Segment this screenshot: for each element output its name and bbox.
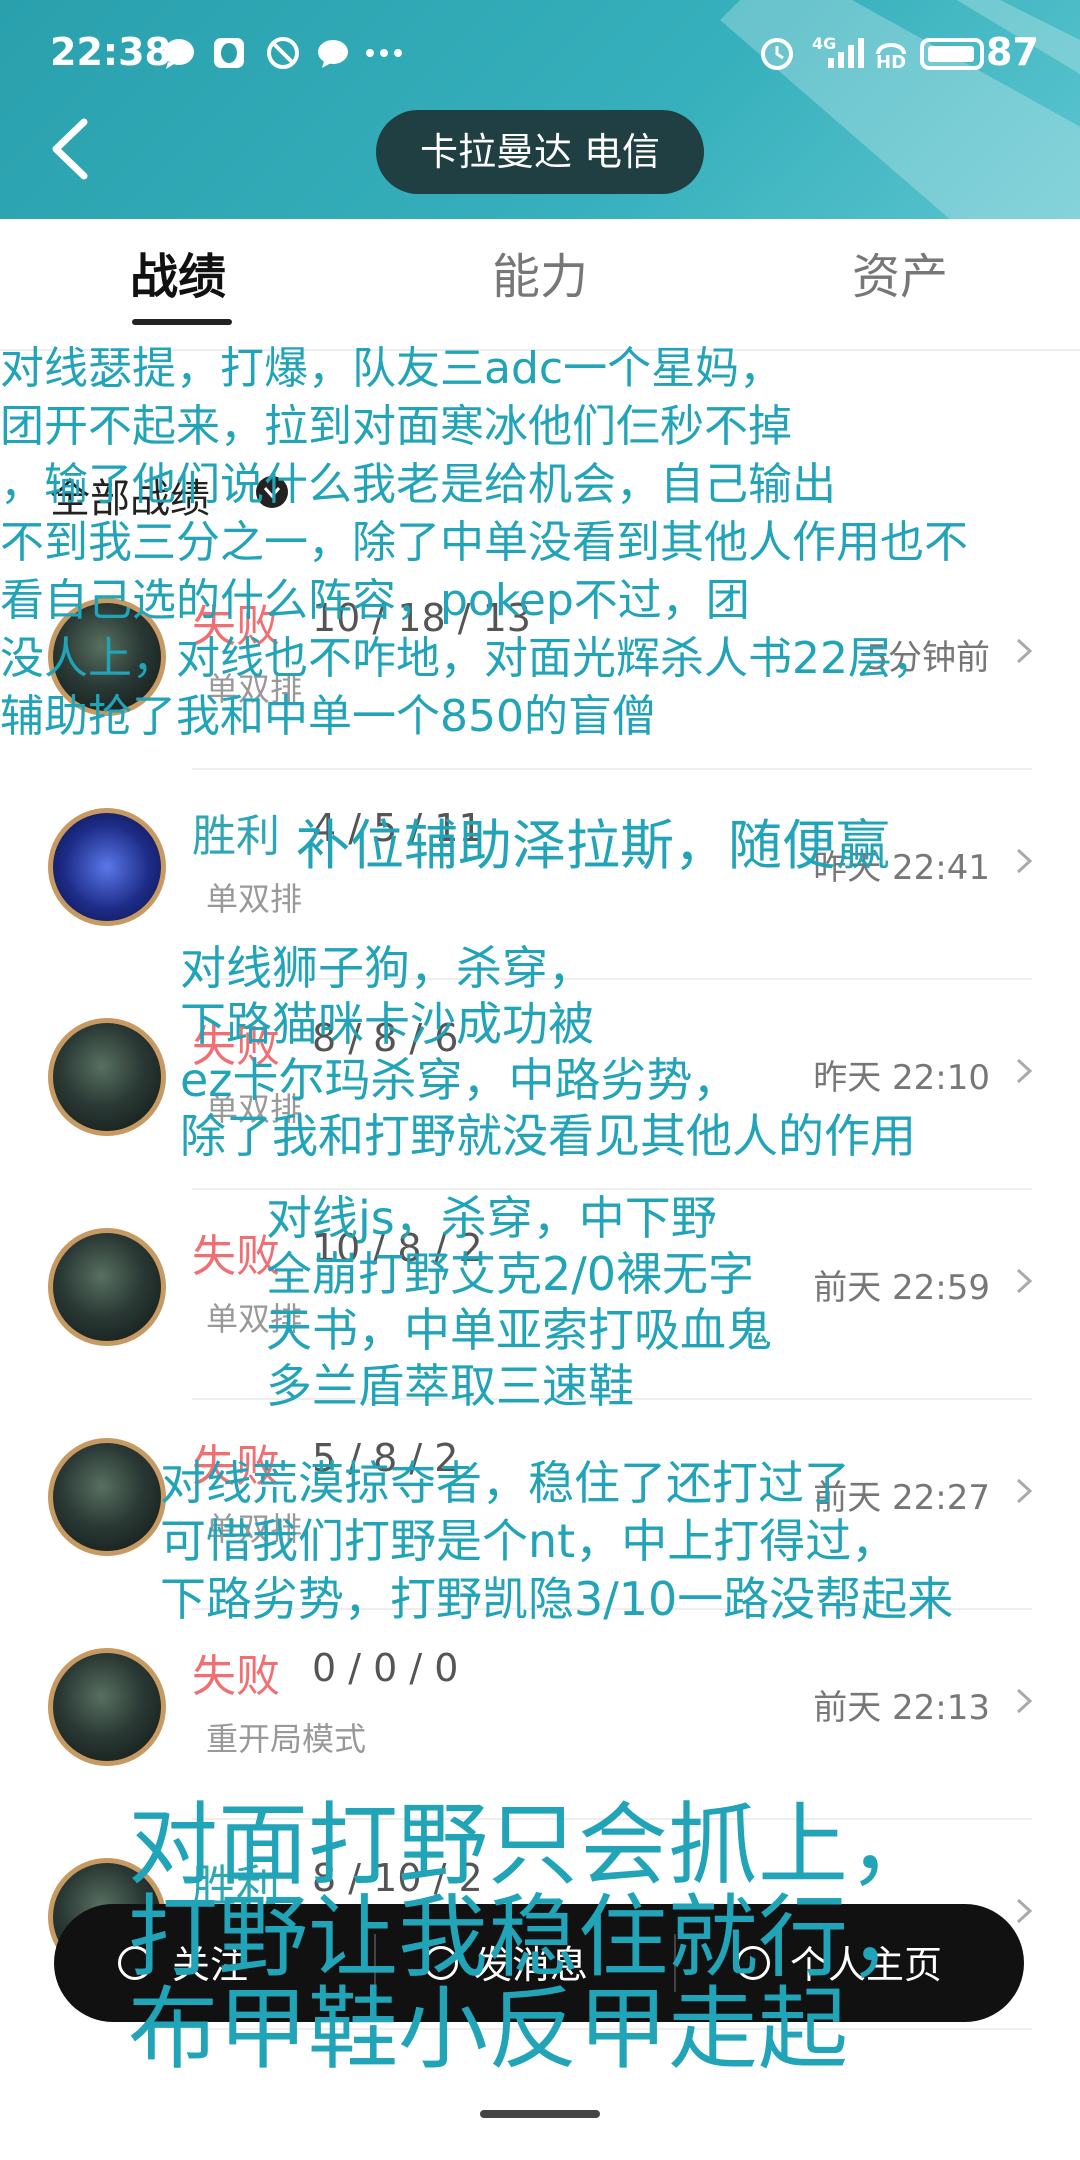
tab-ability[interactable]: 能力 <box>492 237 588 307</box>
chevron-down-icon[interactable] <box>256 476 288 508</box>
match-result: 失败 <box>192 1231 280 1282</box>
match-row[interactable]: 失败 0 / 0 / 0 重开局模式 前天 22:13 <box>0 1610 1080 1820</box>
chevron-right-icon <box>1016 848 1033 874</box>
chevron-right-icon <box>1016 1268 1033 1294</box>
chat-icon <box>318 40 348 68</box>
match-time: 前天 22:59 <box>813 1268 990 1308</box>
champion-avatar <box>48 1438 166 1556</box>
overlay-line: 团开不起来，拉到对面寒冰他们仨秒不掉 <box>0 401 792 452</box>
chevron-right-icon <box>1016 638 1033 664</box>
match-kda: 4 / 5 / 11 <box>312 806 483 850</box>
chevron-right-icon <box>1016 1058 1033 1084</box>
match-kda: 0 / 0 / 0 <box>312 1646 459 1690</box>
match-row[interactable]: 失败 10 / 18 / 13 单双排 5分钟前 <box>0 560 1080 770</box>
tab-record[interactable]: 战绩 <box>130 237 226 307</box>
tab-bar: 战绩 能力 资产 <box>0 219 1080 351</box>
champion-avatar <box>48 1228 166 1346</box>
match-time: 昨天 22:41 <box>813 848 990 888</box>
match-result: 胜利 <box>192 811 280 862</box>
match-kda: 8 / 8 / 6 <box>312 1016 459 1060</box>
match-row[interactable]: 失败 10 / 8 / 2 单双排 前天 22:59 <box>0 1190 1080 1400</box>
player-title[interactable]: 卡拉曼达 电信 <box>376 110 704 194</box>
qq-icon <box>214 38 244 68</box>
match-row[interactable]: 失败 8 / 8 / 6 单双排 昨天 22:10 <box>0 980 1080 1190</box>
divider <box>374 1934 376 1992</box>
match-kda: 10 / 8 / 2 <box>312 1226 483 1270</box>
match-time: 5分钟前 <box>866 638 990 678</box>
match-result: 失败 <box>192 601 280 652</box>
match-mode: 单双排 <box>206 1510 303 1548</box>
match-mode: 单双排 <box>206 880 303 918</box>
more-dots-icon <box>366 49 402 57</box>
signal-icon <box>828 38 864 68</box>
alarm-icon <box>761 38 793 70</box>
hd-label: HD <box>876 52 907 73</box>
match-result: 失败 <box>192 1441 280 1492</box>
message-icon <box>424 1946 458 1980</box>
match-time: 昨天 22:10 <box>813 1058 990 1098</box>
profile-button[interactable]: 个人主页 <box>790 1934 942 1989</box>
row-divider <box>192 2028 1032 2030</box>
battery-icon <box>920 38 984 70</box>
filter-dropdown[interactable]: 全部战绩 <box>50 466 210 524</box>
champion-avatar <box>48 808 166 926</box>
profile-icon <box>736 1946 770 1980</box>
match-kda: 10 / 18 / 13 <box>312 596 531 640</box>
match-result: 失败 <box>192 1021 280 1072</box>
status-bar: 22:38 4G HD 87 <box>0 0 1080 108</box>
watermark: 值 <box>838 2097 875 2138</box>
message-bubble-icon <box>164 39 194 69</box>
bottom-action-bar: 关注 发消息 个人主页 <box>54 1904 1024 2022</box>
chevron-right-icon <box>1016 1898 1033 1924</box>
chevron-right-icon <box>1016 1688 1033 1714</box>
tab-indicator <box>132 319 232 325</box>
match-mode: 单双排 <box>206 1090 303 1128</box>
champion-avatar <box>48 1018 166 1136</box>
match-row[interactable]: 胜利 4 / 5 / 11 单双排 昨天 22:41 <box>0 770 1080 980</box>
match-kda: 5 / 8 / 2 <box>312 1436 459 1480</box>
match-kda: 8 / 10 / 2 <box>312 1856 483 1900</box>
home-indicator <box>480 2110 600 2118</box>
status-time: 22:38 <box>50 30 171 74</box>
do-not-disturb-icon <box>267 37 299 69</box>
match-time: 前天 22:27 <box>813 1478 990 1518</box>
match-result: 失败 <box>192 1651 280 1702</box>
tab-assets[interactable]: 资产 <box>852 237 948 307</box>
divider <box>674 1934 676 1992</box>
message-button[interactable]: 发消息 <box>474 1934 588 1989</box>
match-time: 前天 22:13 <box>813 1688 990 1728</box>
match-mode: 单双排 <box>206 1300 303 1338</box>
champion-avatar <box>48 1648 166 1766</box>
header: 22:38 4G HD 87 卡拉曼达 电信 <box>0 0 1080 219</box>
battery-level: 87 <box>986 30 1039 74</box>
match-mode: 重开局模式 <box>206 1720 367 1758</box>
match-mode: 单双排 <box>206 670 303 708</box>
chevron-right-icon <box>1016 1478 1033 1504</box>
back-arrow-icon[interactable] <box>42 114 112 184</box>
champion-avatar <box>48 598 166 716</box>
match-row[interactable]: 失败 5 / 8 / 2 单双排 前天 22:27 <box>0 1400 1080 1610</box>
app-screen: 22:38 4G HD 87 卡拉曼达 电信 战绩 能力 资产 全部战绩 失败 … <box>0 0 1080 2160</box>
follow-icon <box>118 1946 152 1980</box>
follow-button[interactable]: 关注 <box>172 1934 248 1989</box>
